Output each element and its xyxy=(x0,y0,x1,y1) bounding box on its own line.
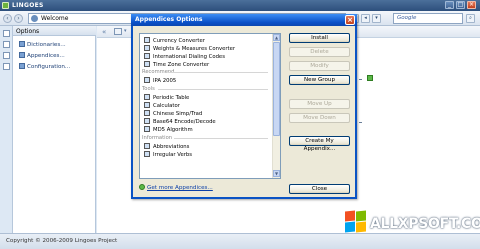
calculator-icon xyxy=(144,102,150,108)
dialog-title-bar: Appendices Options × xyxy=(131,14,357,26)
main-title-bar: LINGOES _ □ × xyxy=(0,0,480,11)
wrench-side-icon[interactable] xyxy=(3,63,10,70)
app-title: LINGOES xyxy=(12,2,44,9)
section-header-tools: Tools xyxy=(142,86,155,92)
list-item[interactable]: MD5 Algorithm xyxy=(144,126,193,134)
collapse-icon[interactable]: « xyxy=(102,28,106,36)
dropdown-icon[interactable]: ▾ xyxy=(372,14,381,23)
search-input-value: Welcome xyxy=(41,15,69,22)
watermark-text: ALLXPSOFT.COM xyxy=(370,216,480,232)
scroll-thumb[interactable] xyxy=(273,42,280,136)
background-divider xyxy=(359,122,362,123)
lingoes-logo-icon xyxy=(2,2,9,9)
dictionary-side-icon[interactable] xyxy=(3,30,10,37)
google-search-icon[interactable]: ⌕ xyxy=(466,14,475,23)
section-header-information: Information xyxy=(142,135,173,141)
list-item[interactable]: Irregular Verbs xyxy=(144,151,192,159)
move-up-button[interactable]: Move Up xyxy=(289,99,350,109)
list-item[interactable]: Chinese Simp/Trad xyxy=(144,110,202,118)
list-item[interactable]: Periodic Table xyxy=(144,94,189,102)
list-item[interactable]: IPA 2005 xyxy=(144,77,176,85)
configuration-icon xyxy=(19,63,25,69)
options-side-icon[interactable] xyxy=(3,52,10,59)
speaker-icon[interactable] xyxy=(114,28,122,35)
list-item[interactable]: Base64 Encode/Decode xyxy=(144,118,216,126)
ipa-icon xyxy=(144,77,150,83)
appendices-list[interactable]: Currency Converter Weights & Measures Co… xyxy=(139,33,281,179)
options-item-appendices[interactable]: Appendices... xyxy=(19,52,65,61)
modify-button[interactable]: Modify xyxy=(289,61,350,71)
abbreviations-icon xyxy=(144,143,150,149)
scale-icon xyxy=(144,45,150,51)
options-panel: Options Dictionaries... Appendices... Co… xyxy=(13,26,96,233)
list-item[interactable]: Time Zone Converter xyxy=(144,61,209,69)
list-item[interactable]: International Dialing Codes xyxy=(144,53,225,61)
maximize-button[interactable]: □ xyxy=(456,1,465,9)
dictionaries-icon xyxy=(19,41,25,47)
periodic-table-icon xyxy=(144,94,150,100)
google-label: Google xyxy=(397,15,417,21)
minimize-button[interactable]: _ xyxy=(445,1,454,9)
section-divider xyxy=(158,89,268,90)
green-status-icon xyxy=(367,75,373,81)
delete-button[interactable]: Delete xyxy=(289,47,350,57)
get-more-appendices-link[interactable]: Get more Appendices... xyxy=(139,184,213,191)
options-item-dictionaries[interactable]: Dictionaries... xyxy=(19,41,66,50)
windows-logo-icon xyxy=(345,210,367,233)
close-button[interactable]: × xyxy=(467,1,476,9)
section-divider xyxy=(168,72,268,73)
status-bar: Copyright © 2006-2009 Lingoes Project xyxy=(0,233,480,249)
list-item[interactable]: Weights & Measures Converter xyxy=(144,45,235,53)
dialog-title: Appendices Options xyxy=(135,16,203,23)
scroll-down-icon[interactable]: ▼ xyxy=(273,170,280,177)
appendices-icon xyxy=(19,52,25,58)
section-divider xyxy=(174,138,268,139)
background-divider xyxy=(359,79,362,80)
close-dialog-button[interactable]: Close xyxy=(289,184,350,194)
google-search-input[interactable]: Google xyxy=(393,13,463,24)
options-panel-title: Options xyxy=(16,28,40,35)
globe-icon xyxy=(139,184,145,190)
md5-icon xyxy=(144,126,150,132)
scroll-up-icon[interactable]: ▲ xyxy=(273,34,280,41)
base64-icon xyxy=(144,118,150,124)
back-arrow-icon[interactable]: ‹ xyxy=(3,14,12,23)
phone-icon xyxy=(144,53,150,59)
dialog-close-icon[interactable]: × xyxy=(345,15,355,25)
create-appendix-button[interactable]: Create My Appendix... xyxy=(289,136,350,152)
options-panel-header: Options xyxy=(13,26,96,36)
copyright-text: Copyright © 2006-2009 Lingoes Project xyxy=(6,238,118,244)
move-down-button[interactable]: Move Down xyxy=(289,113,350,123)
install-button[interactable]: Install xyxy=(289,33,350,43)
appendices-options-dialog: Appendices Options × Currency Converter … xyxy=(131,14,357,199)
list-item[interactable]: Abbreviations xyxy=(144,143,189,151)
currency-icon xyxy=(144,37,150,43)
side-icon-strip xyxy=(0,26,13,233)
options-item-configuration[interactable]: Configuration... xyxy=(19,63,70,72)
list-scrollbar[interactable]: ▲ ▼ xyxy=(272,34,280,178)
speak-icon[interactable]: ◂ xyxy=(361,14,370,23)
chinese-icon xyxy=(144,110,150,116)
forward-arrow-icon[interactable]: › xyxy=(14,14,23,23)
new-group-button[interactable]: New Group xyxy=(289,75,350,85)
verbs-icon xyxy=(144,151,150,157)
dropdown-arrow-icon[interactable]: ▾ xyxy=(124,28,127,34)
list-item[interactable]: Currency Converter xyxy=(144,37,205,45)
clock-icon xyxy=(144,61,150,67)
translate-side-icon[interactable] xyxy=(3,41,10,48)
list-item[interactable]: Calculator xyxy=(144,102,180,110)
search-icon xyxy=(31,15,38,22)
